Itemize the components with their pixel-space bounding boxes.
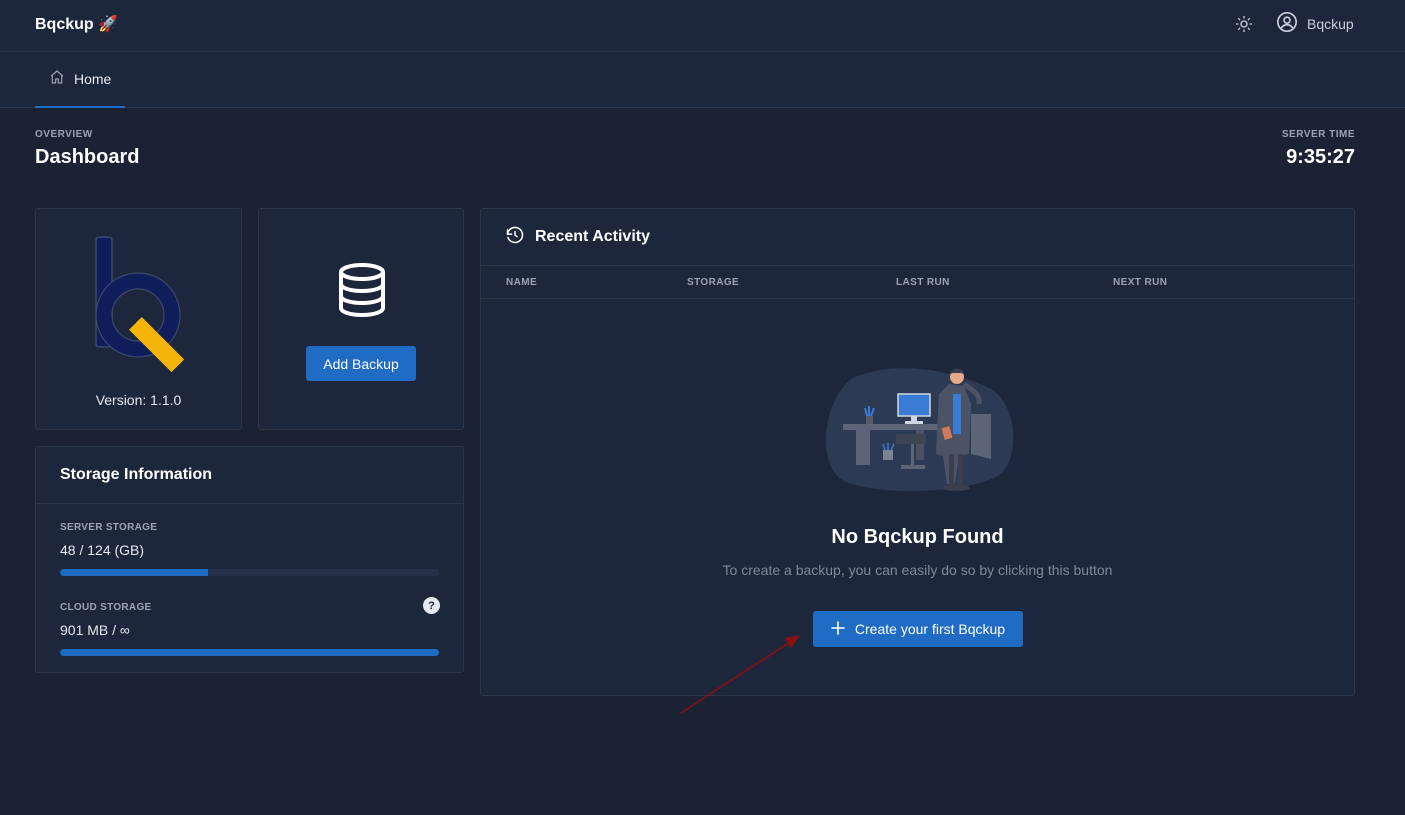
version-card: Version: 1.1.0 (35, 208, 242, 430)
user-menu[interactable]: Bqckup (1276, 11, 1354, 38)
empty-state-title: No Bqckup Found (831, 526, 1004, 548)
add-backup-button[interactable]: Add Backup (306, 346, 416, 381)
empty-state-illustration (825, 368, 1014, 492)
server-time: 9:35:27 (1286, 146, 1355, 168)
version-text: Version: 1.1.0 (95, 392, 182, 408)
activity-title: Recent Activity (535, 228, 650, 245)
create-first-backup-button[interactable]: Create your first Bqckup (813, 611, 1023, 647)
database-icon (339, 263, 385, 318)
nav-item-home[interactable]: Home (35, 52, 125, 108)
cloud-storage-label: CLOUD STORAGE (60, 602, 152, 613)
cloud-storage-value: 901 MB / ∞ (60, 622, 130, 638)
column-next-run[interactable]: NEXT RUN (1113, 277, 1167, 288)
recent-activity-card: Recent Activity NAME STORAGE LAST RUN NE… (480, 208, 1355, 696)
server-storage-label: SERVER STORAGE (60, 522, 158, 533)
user-circle-icon (1276, 11, 1298, 38)
brand-logo[interactable]: Bqckup 🚀 (35, 14, 118, 34)
column-last-run[interactable]: LAST RUN (896, 277, 950, 288)
create-first-backup-label: Create your first Bqckup (854, 621, 1006, 637)
home-icon (49, 69, 65, 90)
storage-card-title: Storage Information (36, 447, 463, 504)
column-storage[interactable]: STORAGE (687, 277, 739, 288)
sun-icon[interactable] (1233, 13, 1255, 35)
nav-item-label: Home (74, 71, 112, 87)
server-storage: SERVER STORAGE 48 / 124 (GB) (60, 522, 440, 576)
page-pretitle: OVERVIEW (35, 129, 93, 140)
server-storage-progress (60, 569, 439, 576)
history-icon (505, 225, 525, 250)
user-name: Bqckup (1307, 16, 1354, 32)
plus-icon (831, 620, 845, 638)
cloud-storage-progress (60, 649, 439, 656)
storage-card: Storage Information SERVER STORAGE 48 / … (35, 446, 464, 673)
add-backup-card: Add Backup (258, 208, 464, 430)
server-time-label: SERVER TIME (1281, 129, 1355, 140)
top-bar: Bqckup 🚀 Bqckup (0, 0, 1405, 52)
table-header: NAME STORAGE LAST RUN NEXT RUN (481, 266, 1354, 299)
server-storage-value: 48 / 124 (GB) (60, 542, 145, 558)
page-title: Dashboard (35, 146, 140, 168)
help-icon[interactable]: ? (423, 597, 440, 614)
nav-bar: Home (0, 52, 1405, 108)
empty-state-subtitle: To create a backup, you can easily do so… (722, 562, 1113, 578)
column-name[interactable]: NAME (506, 277, 537, 288)
cloud-storage: CLOUD STORAGE ? 901 MB / ∞ (60, 597, 440, 656)
bqckup-logo (95, 236, 185, 373)
activity-header: Recent Activity (481, 209, 1354, 266)
